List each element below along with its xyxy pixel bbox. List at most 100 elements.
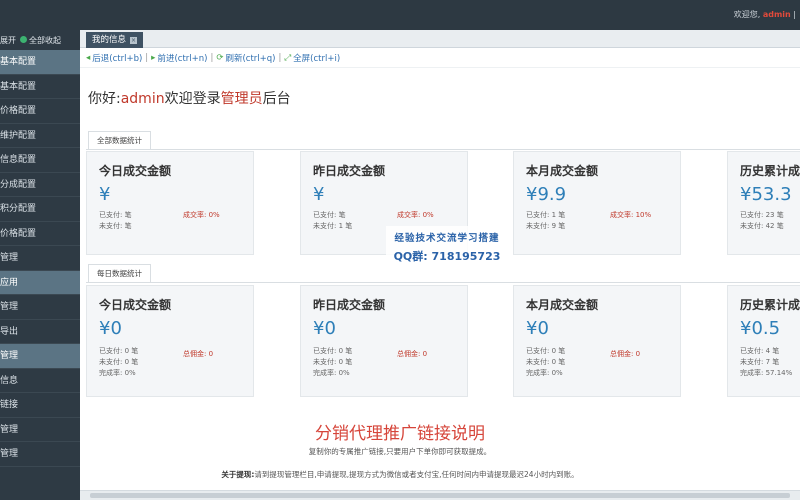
collapse-all-button[interactable]: 全部收起 bbox=[20, 35, 61, 46]
conversion-rate: 成交率: 10% bbox=[610, 211, 652, 219]
daily-card-history: 历史累计成 ¥0.5 已支付: 4 笔 未支付: 7 笔 完成率: 57.14% bbox=[727, 285, 800, 397]
forward-icon: ▸ bbox=[151, 52, 156, 63]
unpaid-count: 未支付: 9 笔 bbox=[526, 222, 566, 230]
sidebar: 展开 全部收起 基本配置 基本配置 价格配置 维护配置 信息配置 分成配置 积分… bbox=[0, 30, 80, 500]
sidebar-item-10[interactable]: 管理 bbox=[0, 295, 80, 320]
card-amount: ¥0 bbox=[313, 318, 336, 339]
divider bbox=[86, 282, 800, 283]
back-button[interactable]: 后退(ctrl+b) bbox=[92, 52, 142, 64]
card-title: 历史累计成 bbox=[740, 298, 800, 312]
stat-card-month: 本月成交金额 ¥9.9 已支付: 1 笔 未支付: 9 笔 成交率: 10% bbox=[513, 151, 681, 255]
sidebar-item-1[interactable]: 基本配置 bbox=[0, 75, 80, 99]
card-title: 历史累计成 bbox=[740, 164, 800, 178]
daily-card-month: 本月成交金额 ¥0 已支付: 0 笔 未支付: 0 笔 完成率: 0% 总佣金:… bbox=[513, 285, 681, 397]
fullscreen-button[interactable]: 全屏(ctrl+i) bbox=[293, 52, 340, 64]
circle-icon bbox=[20, 35, 27, 43]
completion-rate: 完成率: 0% bbox=[526, 369, 563, 377]
sidebar-item-4[interactable]: 信息配置 bbox=[0, 148, 80, 173]
unpaid-count: 未支付: 7 笔 bbox=[740, 358, 780, 366]
welcome-suffix: 后台 bbox=[262, 91, 291, 107]
tab-my-info[interactable]: 我的信息 × bbox=[86, 32, 144, 48]
user-greeting: 欢迎您, admin | bbox=[734, 9, 796, 20]
sidebar-item-14[interactable]: 链接 bbox=[0, 393, 80, 418]
watermark-line2: QQ群: 718195723 bbox=[393, 250, 501, 263]
main-content: 我的信息 × ◂ 后退(ctrl+b) | ▸ 前进(ctrl+n) | ⟳ 刷新(ct… bbox=[80, 30, 800, 500]
tab-label: 我的信息 bbox=[92, 35, 127, 45]
daily-card-yesterday: 昨日成交金额 ¥0 已支付: 0 笔 未支付: 0 笔 完成率: 0% 总佣金:… bbox=[300, 285, 468, 397]
sidebar-item-11[interactable]: 导出 bbox=[0, 320, 80, 344]
sidebar-item-12[interactable]: 管理 bbox=[0, 344, 80, 369]
sidebar-item-15[interactable]: 管理 bbox=[0, 418, 80, 442]
separator: | bbox=[145, 52, 149, 63]
tab-daily-stats[interactable]: 每日数据统计 bbox=[88, 264, 151, 282]
tab-bar: 我的信息 × bbox=[80, 30, 800, 48]
sidebar-item-7[interactable]: 价格配置 bbox=[0, 222, 80, 246]
sidebar-item-8[interactable]: 管理 bbox=[0, 246, 80, 271]
unpaid-count: 未支付: 0 笔 bbox=[526, 358, 566, 366]
forward-button[interactable]: 前进(ctrl+n) bbox=[157, 52, 207, 64]
sidebar-item-16[interactable]: 管理 bbox=[0, 442, 80, 467]
expand-button[interactable]: 展开 bbox=[0, 35, 16, 46]
card-amount: ¥9.9 bbox=[526, 184, 567, 205]
sidebar-item-2[interactable]: 价格配置 bbox=[0, 99, 80, 124]
sidebar-item-5[interactable]: 分成配置 bbox=[0, 173, 80, 197]
paid-count: 已支付: 0 笔 bbox=[526, 347, 566, 355]
welcome-user: admin bbox=[120, 91, 165, 107]
card-title: 今日成交金额 bbox=[99, 164, 172, 178]
paid-count: 已支付: 0 笔 bbox=[313, 347, 353, 355]
completion-rate: 完成率: 0% bbox=[99, 369, 136, 377]
completion-rate: 完成率: 57.14% bbox=[740, 369, 793, 377]
paid-count: 已支付: 0 笔 bbox=[99, 347, 139, 355]
total-commission: 总佣金: 0 bbox=[610, 350, 641, 358]
total-commission: 总佣金: 0 bbox=[183, 350, 214, 358]
sidebar-item-0[interactable]: 基本配置 bbox=[0, 50, 80, 75]
unpaid-count: 未支付: 0 笔 bbox=[99, 358, 139, 366]
top-bar: 欢迎您, admin | bbox=[0, 0, 800, 30]
daily-card-today: 今日成交金额 ¥0 已支付: 0 笔 未支付: 0 笔 完成率: 0% 总佣金:… bbox=[86, 285, 254, 397]
stat-card-history: 历史累计成 ¥53.3 已支付: 23 笔 未支付: 42 笔 bbox=[727, 151, 800, 255]
unpaid-count: 未支付: 笔 bbox=[99, 222, 132, 230]
card-amount: ¥0 bbox=[99, 318, 122, 339]
tab-all-stats[interactable]: 全部数据统计 bbox=[88, 131, 151, 149]
card-amount: ¥53.3 bbox=[740, 184, 792, 205]
sidebar-item-13[interactable]: 信息 bbox=[0, 369, 80, 393]
sidebar-item-9[interactable]: 应用 bbox=[0, 270, 80, 295]
sidebar-item-6[interactable]: 积分配置 bbox=[0, 197, 80, 222]
unpaid-count: 未支付: 1 笔 bbox=[313, 222, 353, 230]
card-title: 本月成交金额 bbox=[526, 164, 599, 178]
unpaid-count: 未支付: 42 笔 bbox=[740, 222, 784, 230]
withdraw-note: 关于提现:请到提现管理栏目,申请提现,提现方式为微信或者支付宝,任何时间内申请提… bbox=[80, 469, 720, 480]
welcome-prefix: 你好: bbox=[88, 91, 121, 107]
card-title: 昨日成交金额 bbox=[313, 298, 386, 312]
sidebar-controls: 展开 全部收起 bbox=[0, 30, 80, 50]
nav-toolbar: ◂ 后退(ctrl+b) | ▸ 前进(ctrl+n) | ⟳ 刷新(ctrl+q) … bbox=[80, 48, 800, 68]
conversion-rate: 成交率: 0% bbox=[183, 211, 220, 219]
collapse-all-label: 全部收起 bbox=[29, 35, 61, 45]
separator: | bbox=[210, 52, 214, 63]
welcome-heading: 你好:admin欢迎登录管理员后台 bbox=[88, 88, 291, 108]
paid-count: 已支付: 23 笔 bbox=[740, 211, 784, 219]
card-amount: ¥0 bbox=[526, 318, 549, 339]
back-icon: ◂ bbox=[86, 52, 91, 63]
paid-count: 已支付: 笔 bbox=[99, 211, 132, 219]
completion-rate: 完成率: 0% bbox=[313, 369, 350, 377]
paid-count: 已支付: 1 笔 bbox=[526, 211, 566, 219]
paid-count: 已支付: 4 笔 bbox=[740, 347, 780, 355]
divider bbox=[86, 149, 800, 150]
horizontal-scrollbar[interactable] bbox=[80, 490, 800, 500]
watermark: 经验技术交流学习搭建 QQ群: 718195723 bbox=[386, 226, 508, 266]
close-icon[interactable]: × bbox=[130, 37, 138, 44]
watermark-line1: 经验技术交流学习搭建 bbox=[394, 233, 500, 244]
total-commission: 总佣金: 0 bbox=[397, 350, 428, 358]
separator: | bbox=[278, 52, 282, 63]
username-link[interactable]: admin bbox=[763, 10, 791, 19]
scrollbar-thumb[interactable] bbox=[90, 493, 790, 498]
divider: | bbox=[793, 10, 796, 19]
card-amount: ¥ bbox=[313, 184, 325, 205]
unpaid-count: 未支付: 0 笔 bbox=[313, 358, 353, 366]
sidebar-item-3[interactable]: 维护配置 bbox=[0, 124, 80, 148]
greeting-text: 欢迎您, bbox=[733, 10, 761, 19]
refresh-button[interactable]: 刷新(ctrl+q) bbox=[225, 52, 275, 64]
note-text: 请到提现管理栏目,申请提现,提现方式为微信或者支付宝,任何时间内申请提现最迟24… bbox=[254, 470, 579, 479]
note-label: 关于提现: bbox=[221, 470, 255, 479]
